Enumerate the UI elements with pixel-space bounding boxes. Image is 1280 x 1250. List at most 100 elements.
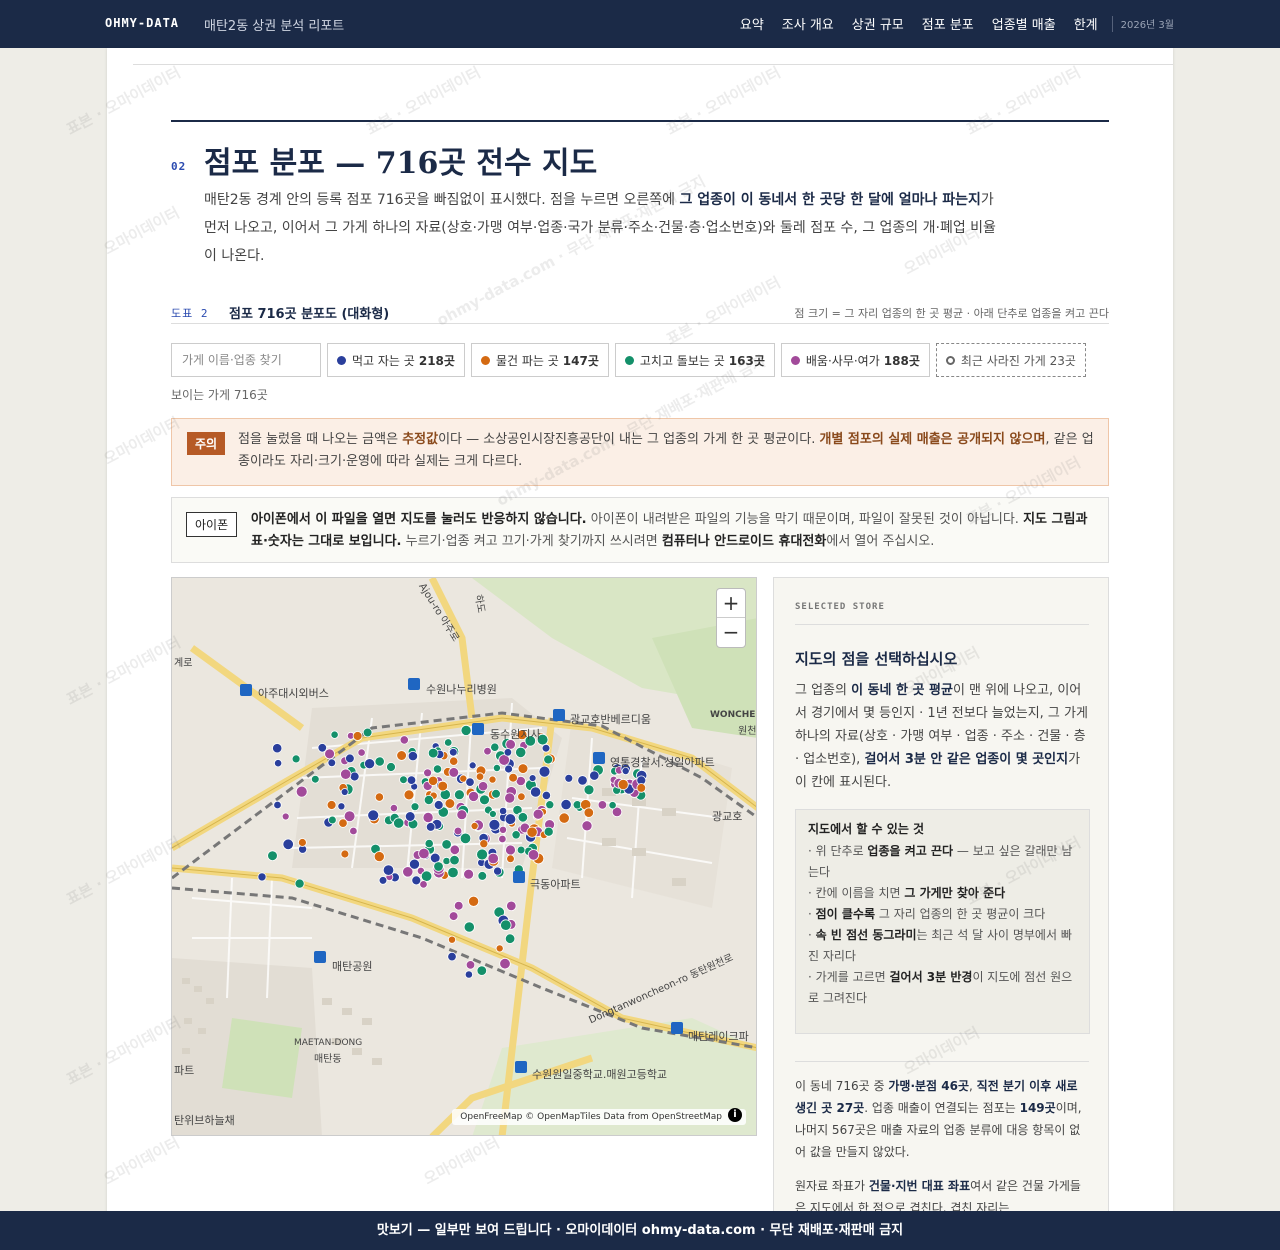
store-marker[interactable]: [617, 778, 629, 790]
store-marker[interactable]: [382, 864, 395, 876]
map-canvas[interactable]: [172, 578, 757, 1136]
store-marker[interactable]: [272, 743, 283, 754]
nav-item-sales-by-industry[interactable]: 업종별 매출: [992, 14, 1056, 33]
store-marker[interactable]: [349, 771, 360, 782]
store-marker[interactable]: [479, 794, 490, 806]
store-marker[interactable]: [543, 826, 554, 837]
store-marker[interactable]: [399, 775, 408, 785]
store-marker[interactable]: [479, 839, 489, 849]
store-marker[interactable]: [441, 839, 452, 850]
store-marker[interactable]: [506, 900, 517, 912]
store-marker[interactable]: [442, 856, 451, 866]
store-marker[interactable]: [504, 813, 517, 825]
nav-item-survey[interactable]: 조사 개요: [782, 14, 834, 33]
store-marker[interactable]: [449, 844, 461, 856]
store-marker[interactable]: [444, 738, 453, 747]
store-marker[interactable]: [493, 866, 503, 876]
store-marker[interactable]: [543, 754, 554, 765]
store-marker[interactable]: [527, 849, 540, 861]
filter-chip-food-lodging[interactable]: 먹고 자는 곳 218곳: [327, 343, 465, 377]
store-marker[interactable]: [422, 811, 434, 823]
store-marker[interactable]: [504, 933, 516, 944]
store-marker[interactable]: [425, 822, 436, 832]
store-marker[interactable]: [500, 919, 512, 931]
store-marker[interactable]: [468, 790, 480, 802]
store-marker[interactable]: [432, 764, 443, 774]
store-marker[interactable]: [498, 834, 507, 844]
store-marker[interactable]: [477, 781, 489, 792]
store-marker[interactable]: [274, 759, 283, 768]
store-marker[interactable]: [468, 761, 477, 770]
store-marker[interactable]: [498, 806, 508, 816]
store-marker[interactable]: [532, 808, 544, 820]
store-marker[interactable]: [488, 818, 501, 831]
store-marker[interactable]: [495, 944, 504, 953]
store-marker[interactable]: [517, 812, 529, 823]
store-marker[interactable]: [505, 844, 516, 856]
store-marker[interactable]: [468, 895, 480, 907]
store-marker[interactable]: [328, 815, 337, 825]
nav-item-store-distribution[interactable]: 점포 분포: [922, 14, 974, 33]
store-marker[interactable]: [498, 825, 507, 834]
store-marker[interactable]: [517, 763, 529, 774]
store-marker[interactable]: [453, 789, 465, 801]
store-marker[interactable]: [577, 775, 588, 786]
store-marker[interactable]: [420, 870, 433, 882]
store-marker[interactable]: [419, 880, 428, 889]
info-icon[interactable]: i: [728, 1108, 742, 1122]
store-marker[interactable]: [449, 756, 459, 766]
store-marker[interactable]: [294, 878, 305, 889]
filter-chip-education-office[interactable]: 배움·사무·여가 188곳: [780, 343, 930, 377]
store-marker[interactable]: [560, 799, 572, 811]
store-marker[interactable]: [470, 821, 479, 830]
store-marker[interactable]: [515, 746, 527, 758]
store-marker[interactable]: [311, 774, 320, 784]
filter-chip-closed-stores[interactable]: 최근 사라진 가게 23곳: [935, 343, 1086, 377]
store-marker[interactable]: [475, 772, 485, 781]
store-marker[interactable]: [362, 727, 373, 738]
store-marker[interactable]: [345, 753, 355, 764]
store-marker[interactable]: [281, 812, 290, 821]
store-marker[interactable]: [326, 800, 337, 810]
store-marker[interactable]: [403, 789, 415, 801]
store-marker[interactable]: [427, 747, 439, 759]
store-marker[interactable]: [330, 730, 339, 739]
store-marker[interactable]: [508, 772, 518, 783]
store-marker[interactable]: [558, 812, 570, 824]
store-marker[interactable]: [465, 960, 476, 970]
store-marker[interactable]: [488, 775, 497, 784]
store-marker[interactable]: [389, 804, 398, 813]
store-marker[interactable]: [257, 872, 267, 882]
store-marker[interactable]: [583, 807, 595, 818]
store-marker[interactable]: [324, 748, 336, 760]
store-marker[interactable]: [564, 773, 574, 783]
store-marker[interactable]: [541, 790, 551, 800]
store-marker[interactable]: [297, 838, 307, 847]
nav-item-summary[interactable]: 요약: [740, 14, 764, 33]
store-marker[interactable]: [492, 763, 501, 772]
store-marker[interactable]: [327, 758, 337, 768]
store-marker[interactable]: [517, 792, 526, 801]
store-marker[interactable]: [464, 970, 473, 979]
store-marker[interactable]: [447, 866, 459, 879]
store-marker[interactable]: [349, 826, 358, 836]
store-marker[interactable]: [386, 762, 396, 772]
store-marker[interactable]: [367, 809, 380, 822]
store-search-input[interactable]: [171, 343, 321, 377]
store-marker[interactable]: [487, 852, 499, 865]
store-marker[interactable]: [504, 764, 514, 774]
store-marker[interactable]: [449, 854, 460, 866]
store-marker[interactable]: [410, 802, 420, 812]
store-marker[interactable]: [444, 798, 456, 809]
store-marker[interactable]: [516, 845, 526, 855]
store-marker[interactable]: [374, 792, 384, 802]
nav-item-market-size[interactable]: 상권 규모: [852, 14, 904, 33]
store-marker[interactable]: [453, 900, 464, 911]
store-marker[interactable]: [340, 768, 352, 780]
store-marker[interactable]: [393, 817, 405, 829]
store-marker[interactable]: [404, 811, 416, 822]
map-attribution[interactable]: OpenFreeMap © OpenMapTiles Data from Ope…: [452, 1109, 746, 1125]
store-marker[interactable]: [499, 958, 511, 970]
store-marker[interactable]: [447, 935, 456, 944]
store-marker[interactable]: [526, 826, 538, 838]
